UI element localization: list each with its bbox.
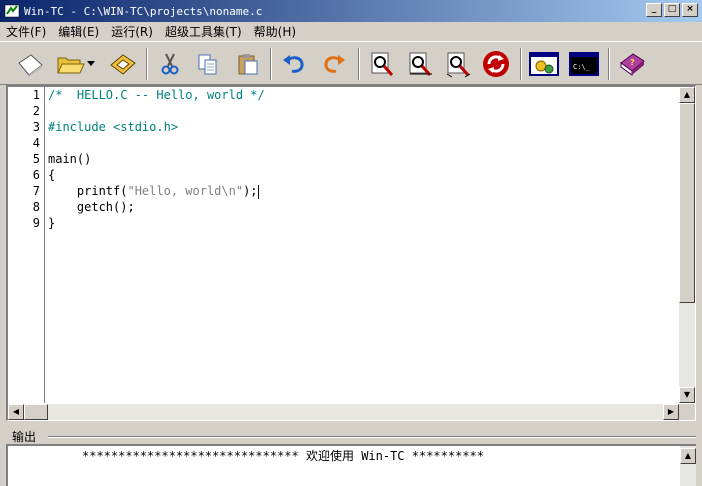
menu-file[interactable]: 文件(F) bbox=[0, 23, 52, 40]
new-file-icon[interactable] bbox=[14, 48, 46, 80]
line-number: 4 bbox=[32, 136, 40, 150]
console-icon[interactable]: C:\_ bbox=[568, 48, 600, 80]
close-button[interactable]: × bbox=[682, 3, 698, 17]
code-editor[interactable]: 1 2 3 4 5 6 7 8 9 /* HELLO.C -- Hello, w… bbox=[6, 85, 696, 421]
toolbar-separator bbox=[358, 48, 360, 80]
line-number: 6 bbox=[32, 168, 40, 182]
code-line[interactable]: { bbox=[48, 167, 55, 183]
menu-edit[interactable]: 编辑(E) bbox=[52, 23, 105, 40]
code-line[interactable]: #include <stdio.h> bbox=[48, 119, 178, 135]
toolbar: C:\_ ? bbox=[0, 41, 702, 85]
line-number: 9 bbox=[32, 216, 40, 230]
minimize-button[interactable]: _ bbox=[646, 3, 662, 17]
title-bar[interactable]: Win-TC - C:\WIN-TC\projects\noname.c _ □… bbox=[0, 0, 702, 22]
menu-tools[interactable]: 超级工具集(T) bbox=[159, 23, 248, 40]
toolbar-separator bbox=[520, 48, 522, 80]
editor-horizontal-scrollbar[interactable]: ◀ ▶ bbox=[8, 404, 679, 420]
wintc-app-icon bbox=[4, 3, 20, 19]
output-scroll-up-arrow-icon[interactable]: ▲ bbox=[680, 448, 696, 464]
compile-icon[interactable] bbox=[528, 48, 560, 80]
find-icon[interactable] bbox=[366, 48, 398, 80]
refresh-icon[interactable] bbox=[480, 48, 512, 80]
console-prompt-text: C:\_ bbox=[573, 63, 591, 71]
line-number-gutter: 1 2 3 4 5 6 7 8 9 bbox=[8, 87, 45, 403]
toolbar-separator bbox=[270, 48, 272, 80]
maximize-button[interactable]: □ bbox=[664, 3, 680, 17]
scrollbar-corner bbox=[679, 404, 695, 420]
scroll-left-arrow-icon[interactable]: ◀ bbox=[8, 404, 24, 420]
menu-bar: 文件(F) 编辑(E) 运行(R) 超级工具集(T) 帮助(H) bbox=[0, 22, 702, 41]
copy-icon[interactable] bbox=[192, 48, 224, 80]
scroll-right-arrow-icon[interactable]: ▶ bbox=[663, 404, 679, 420]
code-text-area[interactable]: /* HELLO.C -- Hello, world */ #include <… bbox=[46, 87, 678, 403]
menu-run[interactable]: 运行(R) bbox=[105, 23, 159, 40]
scroll-down-arrow-icon[interactable]: ▼ bbox=[679, 387, 695, 403]
line-number: 2 bbox=[32, 104, 40, 118]
menu-help[interactable]: 帮助(H) bbox=[248, 23, 302, 40]
output-panel[interactable]: ****************************** 欢迎使用 Win-… bbox=[6, 444, 696, 486]
undo-icon[interactable] bbox=[278, 48, 310, 80]
code-line[interactable]: main() bbox=[48, 151, 91, 167]
line-number: 1 bbox=[32, 88, 40, 102]
horizontal-scroll-thumb[interactable] bbox=[24, 404, 48, 420]
text-caret bbox=[257, 184, 259, 199]
redo-icon[interactable] bbox=[318, 48, 350, 80]
cut-scissors-icon[interactable] bbox=[154, 48, 186, 80]
open-dropdown-icon[interactable] bbox=[84, 48, 98, 80]
save-disk-icon[interactable] bbox=[106, 48, 138, 80]
vertical-scroll-thumb[interactable] bbox=[679, 103, 695, 303]
open-folder-icon[interactable] bbox=[54, 48, 86, 80]
code-token: printf( bbox=[48, 184, 128, 198]
code-line[interactable]: getch(); bbox=[48, 199, 135, 215]
line-number: 3 bbox=[32, 120, 40, 134]
output-welcome-message: ****************************** 欢迎使用 Win-… bbox=[82, 449, 485, 463]
output-divider bbox=[48, 436, 696, 438]
line-number: 8 bbox=[32, 200, 40, 214]
line-number: 5 bbox=[32, 152, 40, 166]
code-line[interactable]: } bbox=[48, 215, 55, 231]
string-literal: "Hello, world\n" bbox=[127, 184, 244, 198]
output-vertical-scrollbar[interactable]: ▲ bbox=[680, 446, 696, 486]
svg-text:?: ? bbox=[630, 58, 635, 67]
code-line[interactable]: /* HELLO.C -- Hello, world */ bbox=[48, 87, 265, 103]
window-title: Win-TC - C:\WIN-TC\projects\noname.c bbox=[24, 4, 263, 18]
scroll-up-arrow-icon[interactable]: ▲ bbox=[679, 87, 695, 103]
code-token: ); bbox=[243, 184, 258, 198]
toolbar-separator bbox=[146, 48, 148, 80]
find-next-icon[interactable] bbox=[404, 48, 436, 80]
editor-vertical-scrollbar[interactable]: ▲ ▼ bbox=[679, 87, 695, 403]
output-panel-label: 输出 bbox=[12, 430, 37, 444]
help-book-icon[interactable]: ? bbox=[616, 48, 648, 80]
line-number: 7 bbox=[32, 184, 40, 198]
replace-icon[interactable] bbox=[442, 48, 474, 80]
code-line[interactable]: printf("Hello, world\n"); bbox=[48, 183, 259, 199]
toolbar-separator bbox=[608, 48, 610, 80]
paste-icon[interactable] bbox=[232, 48, 264, 80]
